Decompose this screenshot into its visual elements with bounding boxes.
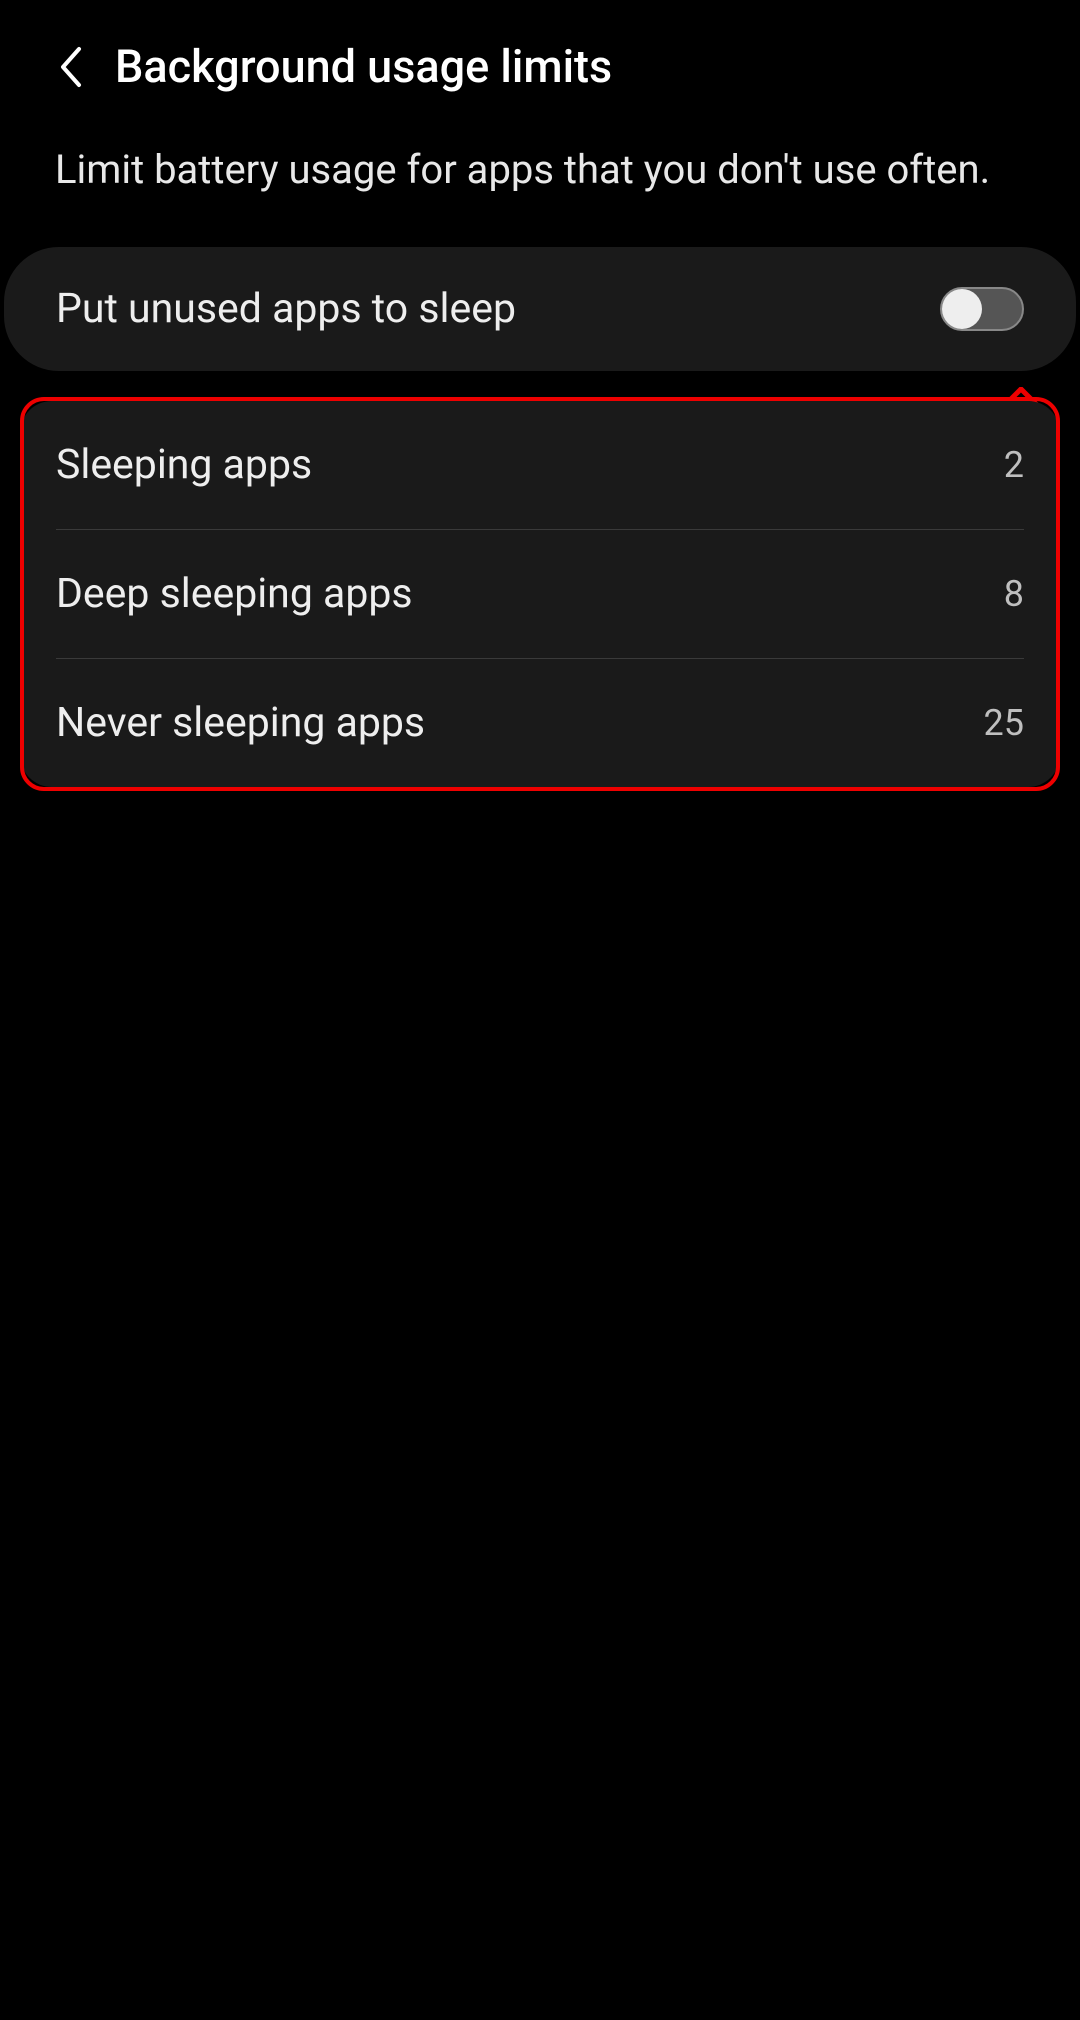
sleeping-apps-row[interactable]: Sleeping apps 2 xyxy=(56,401,1024,529)
put-unused-apps-to-sleep-row[interactable]: Put unused apps to sleep xyxy=(56,247,1024,371)
back-button[interactable] xyxy=(50,47,90,87)
list-card: Sleeping apps 2 Deep sleeping apps 8 Nev… xyxy=(20,401,1060,787)
list-item-count: 25 xyxy=(984,702,1024,744)
back-icon xyxy=(57,45,83,89)
toggle-switch[interactable] xyxy=(940,287,1024,331)
toggle-card: Put unused apps to sleep xyxy=(4,247,1076,371)
header: Background usage limits xyxy=(0,0,1080,123)
list-item-count: 2 xyxy=(1004,444,1024,486)
list-card-wrapper: Sleeping apps 2 Deep sleeping apps 8 Nev… xyxy=(20,401,1060,787)
page-title: Background usage limits xyxy=(115,40,612,93)
list-item-label: Never sleeping apps xyxy=(56,699,425,747)
deep-sleeping-apps-row[interactable]: Deep sleeping apps 8 xyxy=(56,530,1024,658)
list-item-label: Deep sleeping apps xyxy=(56,570,413,618)
list-item-count: 8 xyxy=(1004,573,1024,615)
page-description: Limit battery usage for apps that you do… xyxy=(0,123,1080,247)
never-sleeping-apps-row[interactable]: Never sleeping apps 25 xyxy=(56,659,1024,787)
list-item-label: Sleeping apps xyxy=(56,441,312,489)
toggle-knob xyxy=(942,289,982,329)
toggle-label: Put unused apps to sleep xyxy=(56,285,516,333)
